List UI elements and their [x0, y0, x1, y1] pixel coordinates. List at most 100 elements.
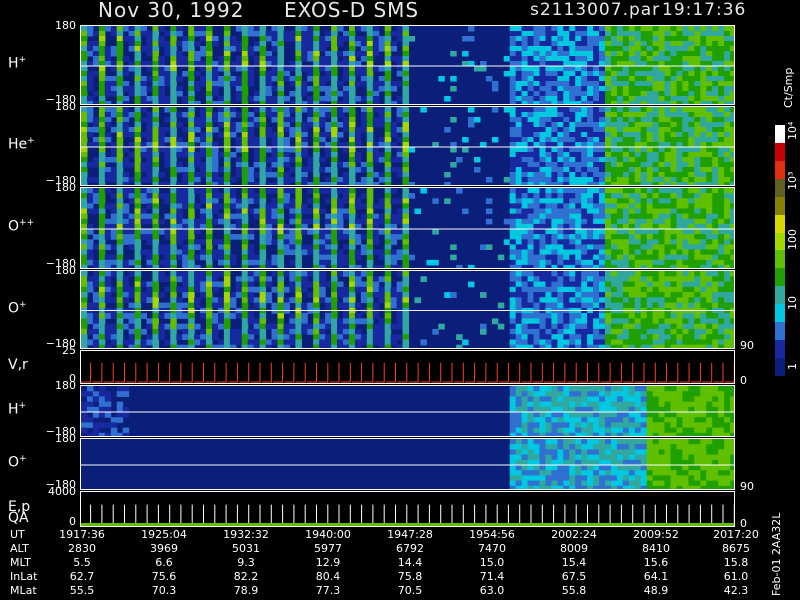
spectrogram-cell — [212, 208, 219, 215]
spectrogram-cell — [206, 193, 213, 199]
spectrogram-cell — [164, 107, 171, 113]
spectrogram-cell — [140, 234, 147, 240]
spectrogram-cell — [611, 281, 618, 288]
spectrogram-cell — [116, 198, 124, 204]
spectrogram-cell — [605, 213, 612, 220]
spectrogram-cell — [325, 249, 332, 256]
spectrogram-cell — [587, 188, 594, 194]
spectrogram-cell — [616, 318, 624, 325]
spectrogram-cell — [545, 323, 552, 330]
spectrogram-cell — [152, 344, 159, 348]
spectrogram-cell — [658, 112, 666, 118]
spectrogram-cell — [593, 323, 600, 330]
spectrogram-cell — [319, 297, 326, 304]
spectrogram-cell — [575, 71, 582, 77]
spectrogram-cell — [539, 71, 546, 77]
spectrogram-cell — [354, 344, 362, 348]
spectrogram-cell — [581, 26, 588, 32]
spectrogram-cell — [706, 203, 713, 209]
spectrogram-cell — [313, 147, 320, 153]
spectrogram-cell — [247, 182, 255, 185]
spectrogram-cell — [712, 244, 719, 250]
spectrogram-cell — [539, 91, 546, 97]
spectrogram-cell — [206, 112, 213, 118]
spectrogram-cell — [134, 334, 142, 340]
spectrogram-cell — [223, 302, 231, 309]
spectrogram-cell — [581, 208, 588, 215]
spectrogram-cell — [140, 26, 147, 32]
spectrogram-cell — [188, 203, 195, 209]
spectrogram-cell — [563, 271, 570, 277]
spectrogram-cell — [277, 182, 284, 185]
spectrogram-cell — [343, 254, 350, 261]
spectrogram-cell — [92, 339, 100, 346]
spectrogram-cell — [557, 328, 564, 335]
spectrogram-cell — [146, 31, 153, 37]
spectrogram-cell — [295, 132, 302, 138]
spectrogram-cell — [164, 127, 171, 133]
spectrogram-cell — [730, 234, 734, 240]
spectrogram-cell — [676, 172, 683, 178]
spectrogram-cell — [182, 254, 189, 261]
spectrogram-cell — [194, 31, 201, 37]
spectrogram-cell — [676, 117, 683, 123]
spectrogram-cell — [253, 182, 261, 185]
spectrogram-cell — [277, 81, 284, 87]
spectrogram-cell — [259, 36, 267, 42]
panel-label-text: He — [8, 136, 28, 153]
spectrogram-cell — [444, 292, 451, 298]
spectrogram-cell — [134, 239, 142, 245]
spectrogram-cell — [527, 91, 535, 97]
spectrogram-cell — [349, 107, 356, 113]
spectrogram-cell — [539, 286, 546, 293]
spectrogram-cell — [360, 56, 368, 62]
spectrogram-cell — [378, 203, 386, 209]
spectrogram-cell — [92, 177, 100, 183]
spectrogram-cell — [259, 147, 267, 153]
panel-label-superscript: + — [27, 136, 35, 146]
spectrogram-cell — [378, 334, 386, 340]
spectrogram-cell — [98, 318, 106, 325]
spectrogram-cell — [515, 313, 523, 319]
spectrogram-cell — [730, 147, 734, 153]
spectrogram-cell — [521, 41, 529, 47]
spectrogram-cell — [253, 26, 261, 32]
spectrogram-cell — [343, 117, 350, 123]
spectrogram-cell — [152, 117, 159, 123]
spectrogram-cell — [676, 177, 683, 183]
spectrogram-cell — [241, 292, 249, 298]
spectrogram-cell — [551, 286, 558, 293]
spectrogram-cell — [259, 318, 267, 325]
spectrogram-cell — [188, 313, 195, 319]
spectrogram-cell — [325, 334, 332, 340]
spectrogram-cell — [104, 271, 112, 277]
spectrogram-cell — [509, 213, 517, 220]
spectrogram-cell — [277, 193, 284, 199]
spectrogram-cell — [271, 152, 278, 158]
spectrogram-cell — [176, 162, 183, 168]
spectrogram-cell — [122, 182, 130, 185]
spectrogram-cell — [581, 91, 588, 97]
spectrogram-cell — [688, 81, 695, 87]
spectrogram-cell — [652, 286, 660, 293]
spectrogram-cell — [652, 26, 660, 32]
spectrogram-cell — [331, 117, 338, 123]
spectrogram-cell — [539, 229, 546, 235]
spectrogram-cell — [235, 122, 243, 128]
spectrogram-cell — [646, 203, 654, 209]
spectrogram-cell — [152, 177, 159, 183]
spectrogram-cell — [372, 91, 380, 97]
spectrogram-cell — [700, 259, 707, 266]
spectrogram-cell — [557, 31, 564, 37]
spectrogram-cell — [682, 112, 689, 118]
spectrogram-cell — [605, 239, 612, 245]
spectrogram-cell — [652, 318, 660, 325]
spectrogram-cell — [235, 276, 243, 283]
spectrogram-cell — [152, 264, 159, 268]
spectrogram-cell — [241, 264, 249, 268]
spectrogram-cell — [170, 208, 177, 215]
spectrogram-cell — [569, 259, 576, 266]
spectrogram-cell — [331, 66, 338, 72]
spectrogram-cell — [652, 198, 660, 204]
spectrogram-cell — [140, 193, 147, 199]
